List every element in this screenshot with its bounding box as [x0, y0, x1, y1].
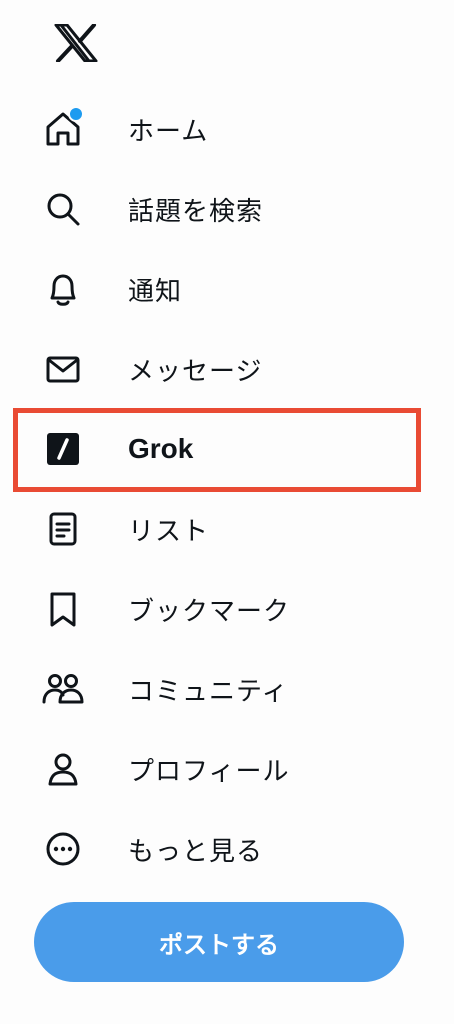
nav-item-messages[interactable]: メッセージ: [40, 337, 400, 401]
profile-icon: [40, 746, 86, 792]
nav-item-lists[interactable]: リスト: [40, 497, 400, 561]
nav-label-profile: プロフィール: [128, 756, 290, 787]
communities-icon: [40, 666, 86, 712]
nav-item-more[interactable]: もっと見る: [40, 817, 400, 881]
list-icon: [40, 506, 86, 552]
nav-item-bookmarks[interactable]: ブックマーク: [40, 577, 400, 641]
bell-icon: [40, 266, 86, 312]
nav-item-home[interactable]: ホーム: [40, 97, 400, 161]
home-icon: [40, 106, 86, 152]
nav-label-communities: コミュニティ: [128, 676, 289, 707]
highlight-box: [13, 408, 421, 492]
post-button[interactable]: ポストする: [34, 902, 404, 982]
nav-item-communities[interactable]: コミュニティ: [40, 657, 400, 721]
envelope-icon: [40, 346, 86, 392]
nav-label-bookmarks: ブックマーク: [128, 596, 291, 627]
nav-label-notifications: 通知: [128, 276, 183, 307]
nav-label-search: 話題を検索: [128, 196, 264, 227]
more-icon: [40, 826, 86, 872]
sidebar: ホーム 話題を検索 通知 メッセージ Grok リスト ブックマーク コミュニテ…: [0, 0, 454, 1024]
search-icon: [40, 186, 86, 232]
x-logo-icon[interactable]: [54, 23, 98, 63]
nav-label-lists: リスト: [128, 516, 210, 547]
nav-label-messages: メッセージ: [128, 356, 263, 387]
bookmark-icon: [40, 586, 86, 632]
nav-label-home: ホーム: [128, 116, 209, 147]
nav-item-profile[interactable]: プロフィール: [40, 737, 400, 801]
nav-label-more: もっと見る: [128, 836, 264, 867]
nav-item-notifications[interactable]: 通知: [40, 257, 400, 321]
notification-dot: [68, 106, 84, 122]
nav-item-search[interactable]: 話題を検索: [40, 177, 400, 241]
